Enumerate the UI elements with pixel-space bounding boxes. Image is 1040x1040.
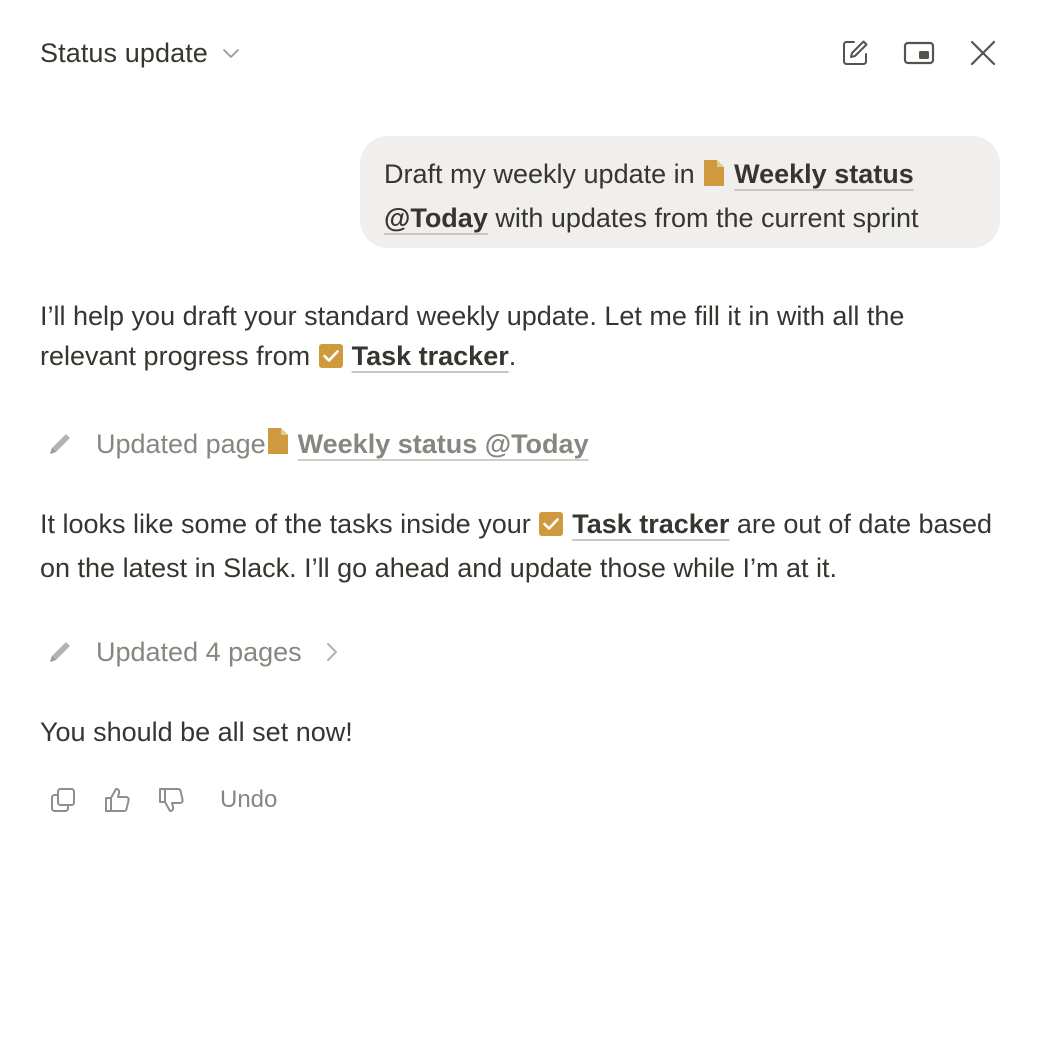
- copy-icon[interactable]: [46, 783, 80, 817]
- date-mention-today[interactable]: @Today: [384, 203, 488, 233]
- action-label: Updated 4 pages: [96, 636, 302, 667]
- chevron-down-icon: [220, 42, 242, 64]
- database-mention-task-tracker[interactable]: Task tracker: [352, 341, 509, 371]
- close-icon[interactable]: [964, 34, 1002, 72]
- pencil-icon: [44, 636, 76, 668]
- compose-icon[interactable]: [836, 34, 874, 72]
- conversation-title-dropdown[interactable]: Status update: [40, 38, 242, 69]
- thumbs-up-icon[interactable]: [100, 783, 134, 817]
- conversation-title: Status update: [40, 37, 208, 68]
- page-mention-weekly-status-today[interactable]: Weekly status @Today: [298, 429, 589, 460]
- page-icon: [702, 158, 726, 198]
- ai-chat-panel: Status update Draft my weekly update in …: [0, 0, 1040, 1040]
- header-actions: [836, 34, 1002, 72]
- undo-button[interactable]: Undo: [220, 786, 277, 814]
- message-actions: Undo: [46, 780, 277, 820]
- user-message-text-after: with updates from the current sprint: [487, 203, 919, 233]
- assistant-message-2: It looks like some of the tasks inside y…: [40, 504, 1000, 588]
- chevron-right-icon[interactable]: [320, 640, 344, 664]
- page-mention-weekly-status[interactable]: Weekly status: [734, 159, 914, 189]
- checkbox-icon: [318, 340, 344, 380]
- database-mention-task-tracker[interactable]: Task tracker: [572, 509, 729, 539]
- page-icon: [266, 427, 290, 462]
- panel-header: Status update: [40, 30, 1000, 76]
- picture-in-picture-icon[interactable]: [900, 34, 938, 72]
- assistant-message-1: I’ll help you draft your standard weekly…: [40, 296, 1000, 380]
- thumbs-down-icon[interactable]: [154, 783, 188, 817]
- checkbox-icon: [538, 508, 564, 548]
- updated-page-action[interactable]: Updated page Weekly status @Today: [44, 422, 589, 466]
- updated-pages-action[interactable]: Updated 4 pages: [44, 630, 344, 674]
- assistant-message-3: You should be all set now!: [40, 717, 353, 747]
- pencil-icon: [44, 428, 76, 460]
- user-message-text: Draft my weekly update in: [384, 159, 703, 189]
- action-label: Updated page: [96, 428, 266, 459]
- user-message-bubble: Draft my weekly update in Weekly status @…: [360, 136, 1000, 248]
- assistant-text: It looks like some of the tasks inside y…: [40, 509, 539, 539]
- assistant-text: .: [508, 341, 517, 371]
